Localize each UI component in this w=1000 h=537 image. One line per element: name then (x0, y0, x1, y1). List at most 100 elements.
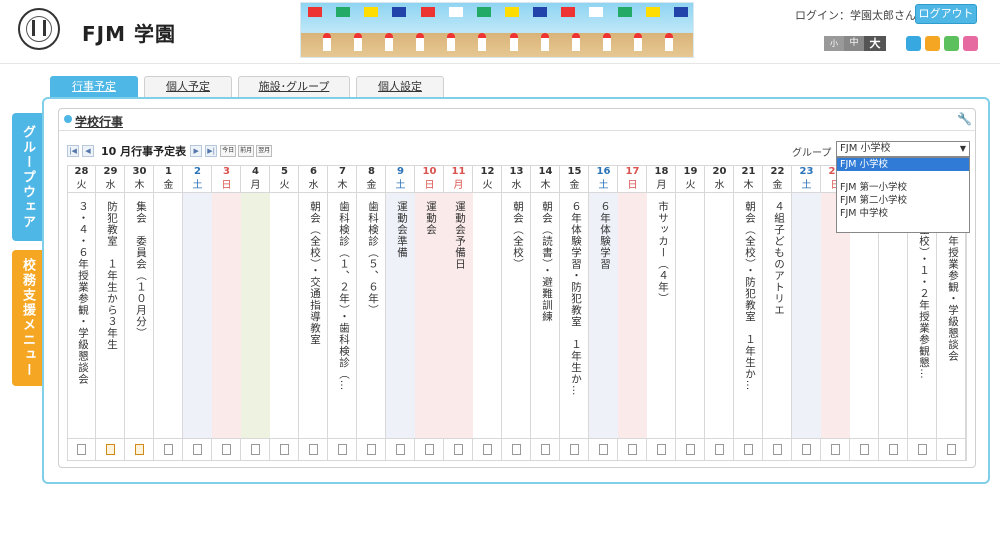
event-text[interactable]: ４組子どものアトリエ (767, 201, 789, 433)
event-text[interactable] (854, 201, 876, 433)
event-text[interactable]: ６年体験学習 (593, 201, 615, 433)
document-icon[interactable] (222, 444, 231, 455)
document-icon[interactable] (541, 444, 550, 455)
event-text[interactable] (622, 201, 644, 433)
day-date[interactable]: 12 (473, 165, 502, 179)
day-date[interactable]: 8 (357, 165, 386, 179)
document-icon[interactable] (396, 444, 405, 455)
document-icon[interactable] (367, 444, 376, 455)
font-size-large-button[interactable]: 大 (864, 36, 886, 51)
event-text[interactable]: 防犯教室 １年生から３年生 (100, 201, 122, 433)
box-title[interactable]: 学校行事 (75, 113, 123, 130)
day-cell[interactable]: 歯科検診（５、６年） (357, 193, 386, 438)
day-cell[interactable] (212, 193, 241, 438)
day-cell[interactable]: 集会 委員会（１０月分） (125, 193, 154, 438)
day-cell[interactable]: 朝会（全校） (502, 193, 531, 438)
logout-button[interactable]: ログアウト (915, 4, 977, 24)
event-text[interactable]: 運動会 (419, 201, 441, 433)
document-icon[interactable] (454, 444, 463, 455)
day-date[interactable]: 3 (212, 165, 241, 179)
day-date[interactable]: 10 (415, 165, 444, 179)
event-text[interactable] (187, 201, 209, 433)
next-month-button[interactable]: 翌月 (256, 145, 273, 157)
event-text[interactable]: 朝会（全校） (506, 201, 528, 433)
document-icon[interactable] (831, 444, 840, 455)
day-cell[interactable]: 運動会予備日 (444, 193, 473, 438)
document-icon[interactable] (251, 444, 260, 455)
font-size-medium-button[interactable]: 中 (844, 36, 864, 51)
day-date[interactable]: 17 (618, 165, 647, 179)
day-date[interactable]: 14 (531, 165, 560, 179)
document-icon[interactable] (512, 444, 521, 455)
document-icon[interactable] (918, 444, 927, 455)
side-tab-school-support-menu[interactable]: 校務支援メニュー (12, 250, 42, 386)
day-date[interactable]: 29 (96, 165, 125, 179)
tab-personal-schedule[interactable]: 個人予定 (144, 76, 232, 98)
event-text[interactable]: 歯科検診（１、２年）・歯科検診（… (332, 201, 354, 433)
day-date[interactable]: 16 (589, 165, 618, 179)
document-icon[interactable] (164, 444, 173, 455)
day-cell[interactable] (473, 193, 502, 438)
event-text[interactable] (796, 201, 818, 433)
day-cell[interactable] (792, 193, 821, 438)
document-icon[interactable] (309, 444, 318, 455)
day-cell[interactable] (618, 193, 647, 438)
event-text[interactable] (274, 201, 296, 433)
document-icon[interactable] (889, 444, 898, 455)
day-cell[interactable] (241, 193, 270, 438)
day-date[interactable]: 22 (763, 165, 792, 179)
document-icon[interactable] (570, 444, 579, 455)
day-date[interactable]: 1 (154, 165, 183, 179)
document-icon[interactable] (106, 444, 115, 455)
day-cell[interactable]: ６年体験学習・防犯教室 １年生か… (560, 193, 589, 438)
document-icon[interactable] (77, 444, 86, 455)
day-cell[interactable] (676, 193, 705, 438)
event-text[interactable]: 朝会（全校）・交通指導教室 (303, 201, 325, 433)
document-icon[interactable] (773, 444, 782, 455)
event-text[interactable]: 集会 委員会（１０月分） (129, 201, 151, 433)
event-text[interactable]: 歯科検診（５、６年） (361, 201, 383, 433)
document-icon[interactable] (135, 444, 144, 455)
day-cell[interactable]: ６年体験学習 (589, 193, 618, 438)
day-cell[interactable] (154, 193, 183, 438)
day-date[interactable]: 19 (676, 165, 705, 179)
document-icon[interactable] (744, 444, 753, 455)
day-date[interactable]: 30 (125, 165, 154, 179)
event-text[interactable]: 朝会（全校）・防犯教室 １年生か… (738, 201, 760, 433)
today-button[interactable]: 今日 (220, 145, 237, 157)
day-cell[interactable]: 運動会準備 (386, 193, 415, 438)
document-icon[interactable] (628, 444, 637, 455)
event-text[interactable] (477, 201, 499, 433)
event-text[interactable]: ４・６年授業参観・学級懇談会 (941, 201, 963, 433)
prev-arrow-icon[interactable]: ◀ (82, 145, 94, 157)
document-icon[interactable] (425, 444, 434, 455)
event-text[interactable]: ３・４・６年授業参観・学級懇談会 (71, 201, 93, 433)
color-swatch[interactable] (944, 36, 959, 51)
event-text[interactable] (883, 201, 905, 433)
event-text[interactable] (680, 201, 702, 433)
document-icon[interactable] (338, 444, 347, 455)
last-page-icon[interactable]: ▶| (205, 145, 218, 157)
day-date[interactable]: 6 (299, 165, 328, 179)
event-text[interactable] (245, 201, 267, 433)
day-date[interactable]: 21 (734, 165, 763, 179)
tab-facility-group[interactable]: 施設･グループ (238, 76, 350, 98)
day-date[interactable]: 18 (647, 165, 676, 179)
day-cell[interactable] (270, 193, 299, 438)
day-cell[interactable]: 防犯教室 １年生から３年生 (96, 193, 125, 438)
event-text[interactable] (825, 201, 847, 433)
day-date[interactable]: 20 (705, 165, 734, 179)
day-cell[interactable]: 市サッカー（４年） (647, 193, 676, 438)
day-date[interactable]: 5 (270, 165, 299, 179)
event-text[interactable] (709, 201, 731, 433)
document-icon[interactable] (599, 444, 608, 455)
day-date[interactable]: 9 (386, 165, 415, 179)
side-tab-groupware[interactable]: グループウェア (12, 113, 42, 241)
document-icon[interactable] (193, 444, 202, 455)
event-text[interactable]: 運動会準備 (390, 201, 412, 433)
event-text[interactable] (158, 201, 180, 433)
day-date[interactable]: 23 (792, 165, 821, 179)
event-text[interactable]: 朝会（読書）・避難訓練 (535, 201, 557, 433)
group-option[interactable]: FJM 第二小学校 (837, 194, 969, 207)
school-logo[interactable] (18, 8, 60, 50)
